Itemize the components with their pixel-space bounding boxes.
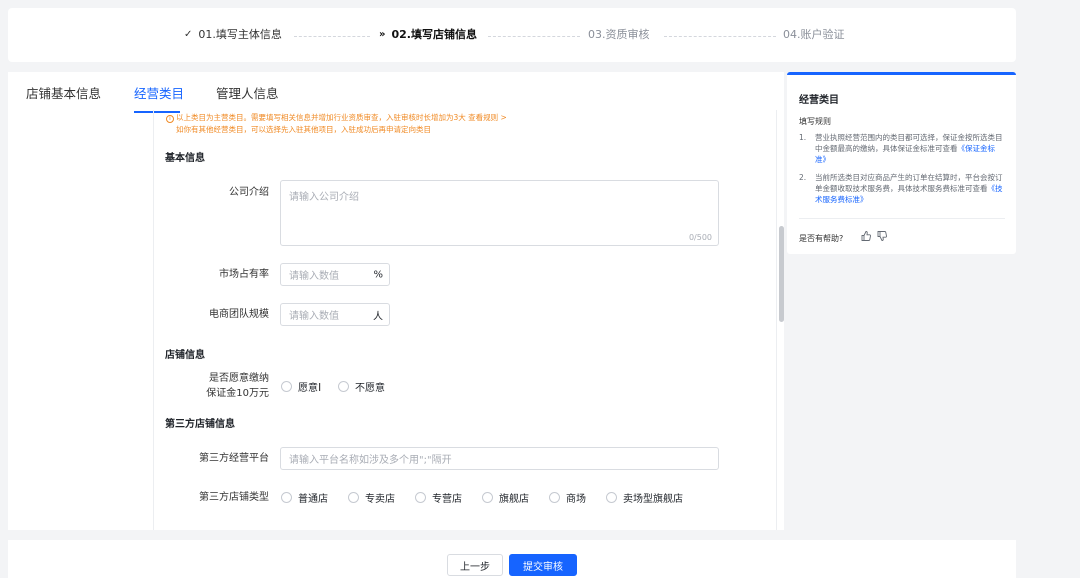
radio-flagship-store[interactable]: 旗舰店 xyxy=(482,490,529,505)
step-2-label: 02.填写店铺信息 xyxy=(391,28,477,41)
people-suffix: 人 xyxy=(373,311,383,322)
step-2: » 02.填写店铺信息 xyxy=(379,28,477,42)
radio-circle[interactable] xyxy=(281,381,292,392)
radio-circle[interactable] xyxy=(415,492,426,503)
radio-willing[interactable]: 愿意 xyxy=(281,379,318,394)
third-platform-input[interactable]: 请输入平台名称如涉及多个用";"隔开 xyxy=(280,447,719,470)
radio-circle[interactable] xyxy=(606,492,617,503)
step-4: 04.账户验证 xyxy=(783,28,845,42)
main-card: 店铺基本信息 经营类目 管理人信息 i 以上类目为主营类目。需要填写相关信息并增加… xyxy=(8,72,784,530)
radio-label: 旗舰店 xyxy=(499,494,529,505)
market-share-input[interactable]: 请输入数值 % xyxy=(280,263,390,286)
tab-bar: 店铺基本信息 经营类目 管理人信息 xyxy=(8,72,784,114)
rule-text: 当前所选类目对应商品产生的订单在结算时，平台会按订单金额收取技术服务费，具体技术… xyxy=(815,173,1003,193)
radio-exclusive-store[interactable]: 专卖店 xyxy=(348,490,395,505)
double-chevron-right-icon: » xyxy=(379,29,386,40)
step-1: ✓ 01.填写主体信息 xyxy=(184,28,282,42)
thumbs-down-icon[interactable] xyxy=(877,231,887,244)
scrollbar-thumb[interactable] xyxy=(779,226,784,322)
radio-label: 愿意 xyxy=(298,383,318,394)
radio-regular-store[interactable]: 普通店 xyxy=(281,490,328,505)
rule-number: 1. xyxy=(799,133,807,142)
radio-label: 商场 xyxy=(566,494,586,505)
radio-label: 不愿意 xyxy=(355,383,385,394)
percent-suffix: % xyxy=(373,269,383,280)
step-1-label: 01.填写主体信息 xyxy=(198,28,282,41)
radio-circle[interactable] xyxy=(482,492,493,503)
step-3-label: 03.资质审核 xyxy=(588,28,650,41)
radio-mall-flagship[interactable]: 卖场型旗舰店 xyxy=(606,490,683,505)
third-platform-label: 第三方经营平台 xyxy=(199,453,269,464)
helpful-prompt: 是否有帮助? xyxy=(799,234,844,243)
radio-circle[interactable] xyxy=(348,492,359,503)
section-title-basic: 基本信息 xyxy=(165,153,205,164)
check-icon: ✓ xyxy=(184,29,193,40)
radio-mall[interactable]: 商场 xyxy=(549,490,586,505)
action-bar: 上一步 提交审核 xyxy=(8,540,1016,578)
char-counter: 0/500 xyxy=(688,233,712,242)
notice-line-2: 如你有其他经营类目，可以选择先入驻其他项目，入驻成功后再申请定向类目 xyxy=(176,125,431,134)
scrollbar-track[interactable] xyxy=(779,114,784,530)
team-size-placeholder: 请输入数值 xyxy=(289,311,339,322)
tab-shop-basic-info[interactable]: 店铺基本信息 xyxy=(26,86,101,102)
step-bar: ✓ 01.填写主体信息 » 02.填写店铺信息 03.资质审核 04.账户验证 xyxy=(8,8,1016,62)
help-panel: 经营类目 填写规则 1. 营业执照经营范围内的类目都可选择，保证金按所选类目中金… xyxy=(787,72,1016,254)
step-connector xyxy=(488,36,580,37)
divider xyxy=(799,218,1005,219)
info-icon: i xyxy=(166,115,174,123)
step-connector xyxy=(664,36,776,37)
radio-specialty-store[interactable]: 专营店 xyxy=(415,490,462,505)
team-size-input[interactable]: 请输入数值 人 xyxy=(280,303,390,326)
previous-step-button[interactable]: 上一步 xyxy=(447,554,503,576)
rule-item-2: 2. 当前所选类目对应商品产生的订单在结算时，平台会按订单金额收取技术服务费，具… xyxy=(799,172,1003,205)
deposit-label: 是否愿意缴纳 保证金10万元 xyxy=(189,371,269,401)
step-3: 03.资质审核 xyxy=(588,28,650,42)
radio-label: 专营店 xyxy=(432,494,462,505)
company-intro-placeholder: 请输入公司介绍 xyxy=(289,192,359,203)
deposit-label-line-2: 保证金10万元 xyxy=(206,388,269,399)
third-type-radio-group: 普通店 专卖店 专营店 旗舰店 商场 卖场型旗舰店 xyxy=(281,490,703,505)
tab-business-category[interactable]: 经营类目 xyxy=(134,86,184,102)
section-title-third-party: 第三方店铺信息 xyxy=(165,419,235,430)
radio-circle[interactable] xyxy=(549,492,560,503)
radio-unwilling[interactable]: 不愿意 xyxy=(338,379,385,394)
rules-heading: 填写规则 xyxy=(799,117,831,126)
section-title-shop: 店铺信息 xyxy=(165,350,205,361)
radio-label: 卖场型旗舰店 xyxy=(623,494,683,505)
category-notice: i 以上类目为主营类目。需要填写相关信息并增加行业资质审查，入驻审核时长增加为3大… xyxy=(166,112,507,136)
market-share-label: 市场占有率 xyxy=(219,269,269,280)
radio-circle[interactable] xyxy=(338,381,349,392)
company-intro-label: 公司介绍 xyxy=(229,187,269,198)
deposit-radio-group: 愿意 不愿意 xyxy=(281,379,405,394)
tab-manager-info[interactable]: 管理人信息 xyxy=(216,86,279,102)
radio-circle[interactable] xyxy=(281,492,292,503)
notice-line-1: 以上类目为主营类目。需要填写相关信息并增加行业资质审查，入驻审核时长增加为3大 … xyxy=(176,113,507,122)
thumbs-up-icon[interactable] xyxy=(861,231,871,244)
team-size-label: 电商团队规模 xyxy=(209,309,269,320)
radio-label: 专卖店 xyxy=(365,494,395,505)
deposit-label-line-1: 是否愿意缴纳 xyxy=(209,373,269,384)
market-share-placeholder: 请输入数值 xyxy=(289,271,339,282)
third-type-label: 第三方店铺类型 xyxy=(199,492,269,503)
submit-review-button[interactable]: 提交审核 xyxy=(509,554,577,576)
radio-label: 普通店 xyxy=(298,494,328,505)
company-intro-textarea[interactable]: 请输入公司介绍 0/500 xyxy=(280,180,719,246)
step-connector xyxy=(294,36,370,37)
help-panel-title: 经营类目 xyxy=(799,95,839,106)
step-4-label: 04.账户验证 xyxy=(783,28,845,41)
rule-number: 2. xyxy=(799,173,807,182)
rule-item-1: 1. 营业执照经营范围内的类目都可选择，保证金按所选类目中金额最高的缴纳，具体保… xyxy=(799,132,1003,165)
third-platform-placeholder: 请输入平台名称如涉及多个用";"隔开 xyxy=(289,455,452,466)
